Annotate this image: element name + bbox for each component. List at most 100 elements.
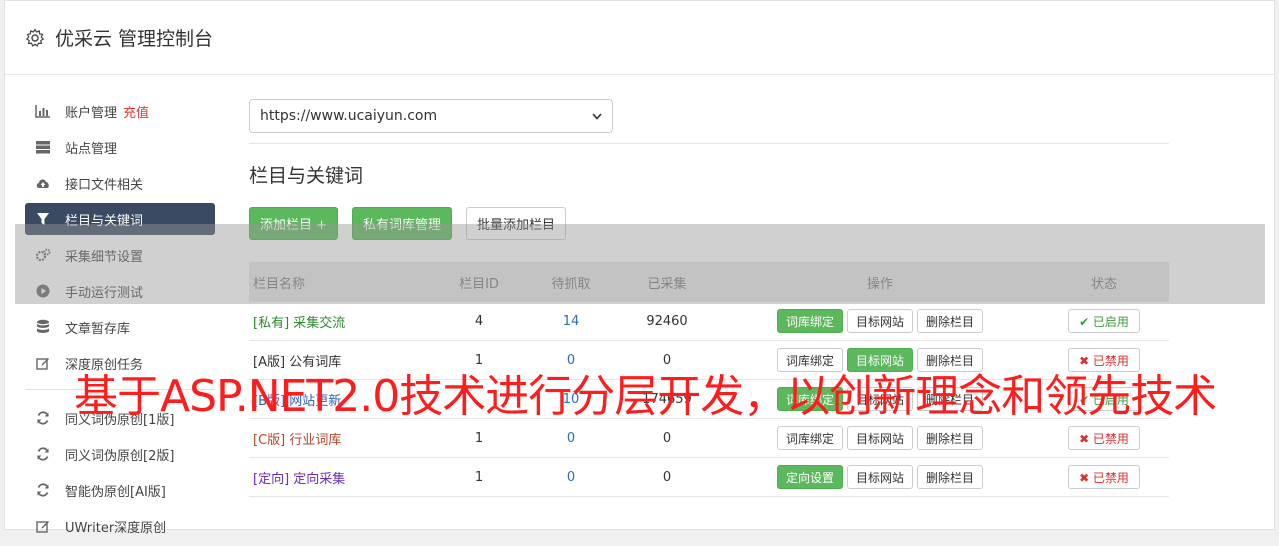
bind-lexicon-button[interactable]: 词库绑定 (776, 426, 843, 450)
table-row: [C版] 行业词库 1 0 0 词库绑定 目标网站 删除栏目 ✖ 已禁用 (249, 419, 1169, 458)
bind-lexicon-button[interactable]: 词库绑定 (776, 309, 843, 333)
delete-column-button[interactable]: 删除栏目 (917, 465, 984, 489)
sidebar-item-label: 站点管理 (65, 141, 118, 157)
column-tag: [A版] (253, 354, 286, 370)
target-site-button[interactable]: 目标网站 (846, 426, 913, 450)
column-name: 公有词库 (289, 354, 342, 370)
directed-settings-button[interactable]: 定向设置 (776, 465, 843, 489)
row-actions: 词库绑定 目标网站 删除栏目 (721, 309, 1039, 333)
sidebar-item-manual-run[interactable]: 手动运行测试 (25, 275, 215, 307)
header-name: 栏目名称 (253, 276, 306, 292)
status-toggle[interactable]: ✔ 已启用 (1068, 387, 1140, 411)
row-actions: 词库绑定 目标网站 删除栏目 (721, 387, 1039, 411)
sidebar-item-label: 文章暂存库 (65, 321, 131, 337)
gear-icon (25, 27, 45, 47)
divider (249, 143, 1169, 144)
site-select[interactable]: https://www.ucaiyun.com (249, 99, 613, 133)
sidebar-item-collect-settings[interactable]: 采集细节设置 (25, 239, 215, 271)
column-tag: [C版] (253, 432, 286, 448)
bind-lexicon-button[interactable]: 词库绑定 (776, 387, 843, 411)
table-row: [私有] 采集交流 4 14 92460 词库绑定 目标网站 删除栏目 ✔ 已启… (249, 302, 1169, 341)
column-name-cell[interactable]: [A版] 公有词库 (249, 351, 429, 370)
cogs-icon (35, 247, 51, 263)
page-title: 优采云 管理控制台 (55, 28, 214, 50)
console-page: 优采云 管理控制台 账户管理 充值 站点管理 接口文件相关 栏目与关键词 采集细… (4, 0, 1275, 536)
status-toggle[interactable]: ✖ 已禁用 (1068, 426, 1140, 450)
sidebar-item-deep-original[interactable]: 深度原创任务 (25, 347, 215, 379)
play-circle-icon (35, 283, 51, 299)
collected-count: 92460 (646, 313, 688, 329)
column-id: 4 (474, 313, 484, 329)
target-site-button[interactable]: 目标网站 (846, 348, 913, 372)
private-lexicon-button[interactable]: 私有词库管理 (352, 207, 453, 240)
column-name-cell[interactable]: [B版] 网站更新 (249, 390, 429, 409)
header-done: 已采集 (647, 276, 687, 292)
column-name-cell[interactable]: [C版] 行业词库 (249, 429, 429, 448)
site-select-value: https://www.ucaiyun.com (260, 108, 438, 124)
sidebar-item-label: 手动运行测试 (65, 285, 144, 301)
column-id: 1 (474, 352, 484, 368)
table-row: [A版] 公有词库 1 0 0 词库绑定 目标网站 删除栏目 ✖ 已禁用 (249, 341, 1169, 380)
row-actions: 定向设置 目标网站 删除栏目 (721, 465, 1039, 489)
sidebar-item-label: 账户管理 (65, 105, 118, 121)
column-id: 1 (474, 430, 484, 446)
sidebar-item-sites[interactable]: 站点管理 (25, 131, 215, 163)
pending-count: 0 (566, 352, 576, 368)
collected-count: 174659 (642, 391, 692, 407)
column-name-cell[interactable]: [私有] 采集交流 (249, 312, 429, 331)
header-status: 状态 (1090, 276, 1117, 292)
sidebar-item-label: 栏目与关键词 (65, 213, 144, 229)
table-header: 栏目名称 栏目ID 待抓取 已采集 操作 状态 (249, 262, 1169, 302)
sidebar: 账户管理 充值 站点管理 接口文件相关 栏目与关键词 采集细节设置 手动运行测试… (25, 95, 215, 546)
column-id: 1 (474, 469, 484, 485)
sidebar-item-label: 接口文件相关 (65, 177, 144, 193)
sidebar-divider (25, 389, 215, 390)
pending-count: 0 (566, 469, 576, 485)
main-content: https://www.ucaiyun.com 栏目与关键词 添加栏目 + 私有… (249, 99, 1169, 497)
sidebar-item-api-files[interactable]: 接口文件相关 (25, 167, 215, 199)
collected-count: 0 (662, 469, 672, 485)
column-tag: [定向] (253, 471, 290, 487)
target-site-button[interactable]: 目标网站 (846, 309, 913, 333)
edit-icon (35, 518, 51, 534)
refresh-icon (35, 446, 51, 462)
sidebar-item-uwriter[interactable]: UWriter深度原创 (25, 510, 215, 542)
delete-column-button[interactable]: 删除栏目 (917, 348, 984, 372)
server-icon (35, 139, 51, 155)
sidebar-item-label: 深度原创任务 (65, 357, 144, 373)
status-toggle[interactable]: ✖ 已禁用 (1068, 348, 1140, 372)
sidebar-item-article-store[interactable]: 文章暂存库 (25, 311, 215, 343)
sidebar-item-ai-rewrite[interactable]: 智能伪原创[AI版] (25, 474, 215, 506)
column-tag: [私有] (253, 315, 290, 331)
column-name: 行业词库 (289, 432, 342, 448)
column-name: 定向采集 (293, 471, 346, 487)
sidebar-item-columns-keywords[interactable]: 栏目与关键词 (25, 203, 215, 235)
batch-add-button[interactable]: 批量添加栏目 (466, 207, 567, 240)
sidebar-item-label: 同义词伪原创[1版] (65, 412, 175, 428)
target-site-button[interactable]: 目标网站 (846, 465, 913, 489)
section-title: 栏目与关键词 (249, 165, 364, 187)
header-ops: 操作 (866, 276, 893, 292)
collected-count: 0 (662, 430, 672, 446)
sidebar-item-label: 智能伪原创[AI版] (65, 484, 166, 500)
target-site-button[interactable]: 目标网站 (846, 387, 913, 411)
column-name: 采集交流 (293, 315, 346, 331)
row-actions: 词库绑定 目标网站 删除栏目 (721, 348, 1039, 372)
delete-column-button[interactable]: 删除栏目 (917, 309, 984, 333)
pending-count: 0 (566, 430, 576, 446)
header-id: 栏目ID (459, 276, 499, 292)
delete-column-button[interactable]: 删除栏目 (917, 426, 984, 450)
status-toggle[interactable]: ✔ 已启用 (1068, 309, 1140, 333)
delete-column-button[interactable]: 删除栏目 (917, 387, 984, 411)
header-bar: 优采云 管理控制台 (5, 1, 1274, 75)
header-wait: 待抓取 (551, 276, 591, 292)
bind-lexicon-button[interactable]: 词库绑定 (776, 348, 843, 372)
toolbar: 添加栏目 + 私有词库管理 批量添加栏目 (249, 207, 1169, 240)
status-toggle[interactable]: ✖ 已禁用 (1068, 465, 1140, 489)
column-name-cell[interactable]: [定向] 定向采集 (249, 468, 429, 487)
sidebar-item-synonym-v2[interactable]: 同义词伪原创[2版] (25, 438, 215, 470)
sidebar-item-synonym-v1[interactable]: 同义词伪原创[1版] (25, 402, 215, 434)
recharge-link[interactable]: 充值 (123, 102, 149, 121)
add-column-button[interactable]: 添加栏目 + (249, 207, 339, 240)
sidebar-item-account[interactable]: 账户管理 充值 (25, 95, 215, 127)
